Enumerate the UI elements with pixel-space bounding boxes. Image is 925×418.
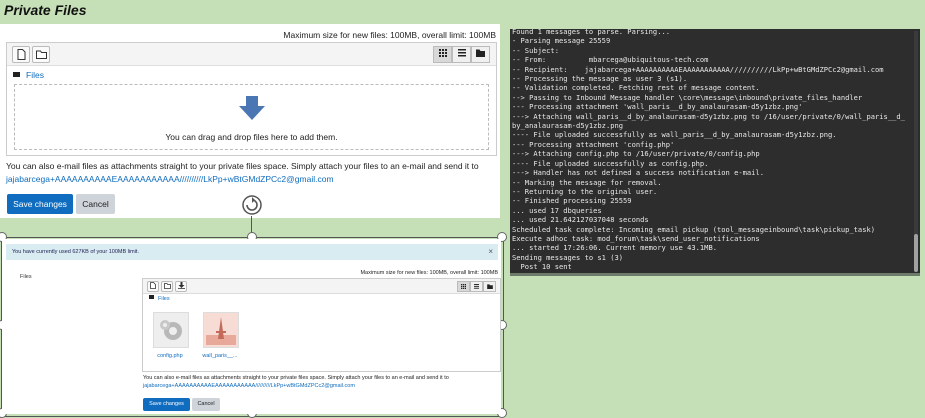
terminal-line: by_analaurasam-d5y1zbz.png xyxy=(512,121,624,131)
email-instructions-text: You can also e-mail files as attachments… xyxy=(143,375,449,381)
terminal-line: -- Subject: xyxy=(512,45,559,55)
terminal-line: ---> Attaching wall_paris__d_by_analaura… xyxy=(512,111,905,121)
terminal-window[interactable]: Found 1 messages to parse. Parsing... - P… xyxy=(510,29,920,276)
folder-icon xyxy=(163,283,171,289)
add-file-button[interactable] xyxy=(12,46,30,63)
terminal-line: --- Processing attachment 'config.php' xyxy=(512,139,675,149)
breadcrumb[interactable]: Files xyxy=(149,295,170,302)
usage-alert-text: You have currently used 627KB of your 10… xyxy=(12,249,139,255)
cancel-button[interactable]: Cancel xyxy=(192,398,220,411)
terminal-line: -- Recipient: jajabarcega+AAAAAAAAAAEAAA… xyxy=(512,64,884,74)
view-icons-button[interactable] xyxy=(457,281,470,292)
email-instructions-text: You can also e-mail files as attachments… xyxy=(6,161,479,171)
file-thumbnail-config[interactable] xyxy=(153,312,189,348)
max-size-text: Maximum size for new files: 100MB, overa… xyxy=(360,270,498,276)
max-size-text: Maximum size for new files: 100MB, overa… xyxy=(283,30,496,40)
list-icon xyxy=(457,49,466,57)
terminal-line: ... used 17 dbqueries xyxy=(512,205,602,215)
view-tree-button[interactable] xyxy=(471,46,490,63)
terminal-output: Found 1 messages to parse. Parsing... - P… xyxy=(512,29,912,272)
private-files-form-after-upload: You have currently used 627KB of your 10… xyxy=(2,239,501,414)
folder-icon xyxy=(486,284,493,289)
breadcrumb[interactable]: Files xyxy=(13,70,44,80)
view-mode-group xyxy=(457,281,496,292)
close-icon[interactable]: × xyxy=(488,244,493,260)
terminal-scrollbar-thumb[interactable] xyxy=(914,234,918,272)
private-files-email-address[interactable]: jajabarcega+AAAAAAAAAAEAAAAAAAAAAA//////… xyxy=(143,383,355,389)
view-tree-button[interactable] xyxy=(483,281,496,292)
cancel-button[interactable]: Cancel xyxy=(76,194,115,214)
terminal-line: Sending messages to s1 (3) xyxy=(512,252,624,262)
private-files-email-address[interactable]: jajabarcega+AAAAAAAAAAEAAAAAAAAAAA//////… xyxy=(6,174,334,184)
private-files-form: Maximum size for new files: 100MB, overa… xyxy=(0,24,500,218)
folder-icon xyxy=(13,72,20,77)
terminal-line: -- Finished processing 25559 xyxy=(512,196,632,206)
terminal-line: Scheduled task complete: Incoming email … xyxy=(512,224,876,234)
image-thumbnail-icon xyxy=(204,313,238,347)
add-file-button[interactable] xyxy=(147,281,159,292)
files-field-label: Files xyxy=(20,274,32,280)
page-title: Private Files xyxy=(4,2,87,18)
breadcrumb-files[interactable]: Files xyxy=(26,70,44,80)
folder-icon xyxy=(149,295,154,299)
terminal-line: --- Processing attachment 'wall_paris__d… xyxy=(512,102,803,112)
terminal-line: ... used 21.642127037048 seconds xyxy=(512,215,649,225)
file-manager-toolbar xyxy=(143,279,500,294)
terminal-line: ---> Attaching config.php to /16/user/pr… xyxy=(512,149,760,159)
terminal-line: --> Passing to Inbound Message handler \… xyxy=(512,92,863,102)
grid-icon xyxy=(438,49,447,57)
terminal-line: ---- File uploaded successfully as confi… xyxy=(512,158,709,168)
file-name-config[interactable]: config.php xyxy=(146,353,194,359)
create-folder-button[interactable] xyxy=(32,46,50,63)
drop-zone-text: You can drag and drop files here to add … xyxy=(165,132,338,142)
file-icon xyxy=(17,49,25,60)
terminal-line: -- Validation completed. Fetching rest o… xyxy=(512,83,760,93)
file-icon xyxy=(150,282,156,289)
drop-zone[interactable]: You can drag and drop files here to add … xyxy=(14,84,489,150)
terminal-line: -- Processing the message as user 3 (s1)… xyxy=(512,74,688,84)
terminal-line: ... started 17:26:06. Current memory use… xyxy=(512,243,717,253)
terminal-line: - Parsing message 25559 xyxy=(512,36,611,46)
terminal-line: -- Returning to the original user. xyxy=(512,186,658,196)
terminal-line: Found 1 messages to parse. Parsing... xyxy=(512,29,671,36)
email-instructions: You can also e-mail files as attachments… xyxy=(6,160,496,186)
terminal-line: ---- File uploaded successfully as wall_… xyxy=(512,130,837,140)
php-file-icon xyxy=(154,313,188,347)
file-manager-toolbar xyxy=(7,43,496,66)
breadcrumb-files[interactable]: Files xyxy=(158,296,170,302)
terminal-line: ---> Handler has not defined a success n… xyxy=(512,168,764,178)
save-changes-button[interactable]: Save changes xyxy=(143,398,190,411)
terminal-line: -- From: mbarcega@ubiquitous-tech.com xyxy=(512,55,709,65)
terminal-line: -- Marking the message for removal. xyxy=(512,177,662,187)
grid-icon xyxy=(461,284,466,289)
folder-icon xyxy=(35,50,47,59)
folder-icon xyxy=(476,49,485,57)
file-manager: Files You can drag and drop files here t… xyxy=(6,42,497,156)
download-icon xyxy=(177,282,185,289)
view-list-button[interactable] xyxy=(470,281,483,292)
file-manager: Files config.php wall_paris__... xyxy=(142,278,501,372)
save-changes-button[interactable]: Save changes xyxy=(7,194,73,214)
list-icon xyxy=(474,284,479,289)
usage-alert: You have currently used 627KB of your 10… xyxy=(6,244,498,260)
view-mode-group xyxy=(433,46,490,63)
email-instructions: You can also e-mail files as attachments… xyxy=(143,374,499,390)
terminal-line: Post 10 sent xyxy=(512,262,572,272)
file-name-wall-paris[interactable]: wall_paris__... xyxy=(196,353,244,359)
file-thumbnail-wall-paris[interactable] xyxy=(203,312,239,348)
terminal-line: Execute adhoc task: mod_forum\task\send_… xyxy=(512,233,760,243)
create-folder-button[interactable] xyxy=(161,281,173,292)
rotate-handle-icon[interactable] xyxy=(240,193,264,217)
download-arrow-icon xyxy=(238,96,265,120)
download-button[interactable] xyxy=(175,281,187,292)
view-list-button[interactable] xyxy=(452,46,471,63)
view-icons-button[interactable] xyxy=(433,46,452,63)
